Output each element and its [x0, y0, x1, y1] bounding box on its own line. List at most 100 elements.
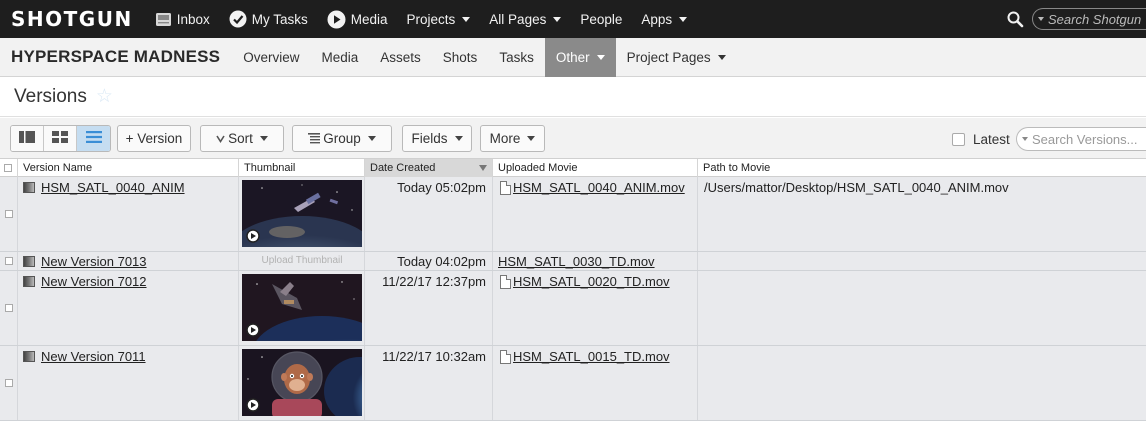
thumbnail-view-button[interactable]: [44, 126, 77, 151]
grid-view-icon: [52, 131, 68, 146]
nav-projects-label: Projects: [406, 11, 456, 27]
tab-shots[interactable]: Shots: [432, 38, 489, 77]
upload-thumbnail-link[interactable]: Upload Thumbnail: [239, 255, 365, 266]
search-icon[interactable]: [1007, 11, 1024, 28]
search-scope-dropdown-icon[interactable]: [1022, 137, 1028, 141]
select-all-checkbox[interactable]: [4, 164, 12, 172]
version-name-link[interactable]: New Version 7012: [41, 274, 147, 289]
grid-header: Version Name Thumbnail Date Created Uplo…: [0, 159, 1146, 177]
latest-filter[interactable]: Latest: [952, 132, 1010, 147]
project-nav-bar: HYPERSPACE MADNESS Overview Media Assets…: [0, 37, 1146, 77]
uploaded-movie-link[interactable]: HSM_SATL_0015_TD.mov: [513, 349, 670, 364]
global-search-placeholder: Search Shotgun: [1048, 11, 1142, 27]
sort-button[interactable]: Sort: [200, 125, 284, 152]
star-icon[interactable]: ☆: [96, 85, 113, 108]
column-header-date-created-label: Date Created: [370, 162, 436, 174]
path-to-movie-cell: [698, 252, 1146, 270]
tab-shots-label: Shots: [442, 49, 478, 65]
row-select-cell: [0, 271, 18, 345]
column-header-version-name[interactable]: Version Name: [18, 159, 239, 177]
version-icon: [23, 351, 35, 362]
file-icon: [500, 181, 511, 195]
version-name-cell: New Version 7013: [18, 252, 239, 270]
table-row[interactable]: New Version 7012 11/22/17 12:37pm HSM_SA…: [0, 271, 1146, 346]
version-icon: [23, 256, 35, 267]
column-header-thumbnail[interactable]: Thumbnail: [239, 159, 365, 177]
path-to-movie-cell: [698, 271, 1146, 345]
nav-apps-label: Apps: [641, 11, 673, 27]
version-icon: [23, 276, 35, 287]
row-checkbox[interactable]: [5, 304, 13, 312]
chevron-down-icon: [679, 16, 688, 22]
thumbnail-image[interactable]: [242, 349, 362, 416]
thumbnail-image[interactable]: [242, 180, 362, 247]
nav-people[interactable]: People: [580, 12, 622, 27]
sort-label: Sort: [228, 131, 253, 146]
date-created-cell: Today 04:02pm: [365, 252, 493, 270]
nav-projects[interactable]: Projects: [407, 12, 471, 27]
chevron-down-icon: [259, 136, 268, 141]
shotgun-logo[interactable]: SHOTGUN: [11, 7, 133, 31]
detail-view-button[interactable]: [11, 126, 44, 151]
tab-overview-label: Overview: [243, 49, 300, 65]
thumbnail-cell: [239, 346, 365, 420]
version-name-cell: New Version 7011: [18, 346, 239, 420]
fields-label: Fields: [411, 131, 448, 146]
row-select-cell: [0, 252, 18, 270]
uploaded-movie-link[interactable]: HSM_SATL_0030_TD.mov: [498, 254, 655, 269]
row-checkbox[interactable]: [5, 257, 13, 265]
more-button[interactable]: More: [480, 125, 545, 152]
column-header-uploaded-movie[interactable]: Uploaded Movie: [493, 159, 698, 177]
latest-checkbox[interactable]: [952, 133, 965, 146]
project-title[interactable]: HYPERSPACE MADNESS: [11, 47, 220, 67]
nav-my-tasks[interactable]: My Tasks: [229, 10, 308, 28]
uploaded-movie-link[interactable]: HSM_SATL_0040_ANIM.mov: [513, 180, 685, 195]
row-checkbox[interactable]: [5, 379, 13, 387]
nav-inbox[interactable]: Inbox: [155, 12, 210, 27]
thumbnail-cell: Upload Thumbnail: [239, 252, 365, 270]
latest-label: Latest: [973, 132, 1010, 147]
chevron-down-icon: [462, 16, 471, 22]
uploaded-movie-cell: HSM_SATL_0030_TD.mov: [493, 252, 698, 270]
thumbnail-cell: [239, 271, 365, 345]
row-checkbox[interactable]: [5, 210, 13, 218]
date-created-cell: 11/22/17 10:32am: [365, 346, 493, 420]
table-row[interactable]: New Version 7013 Upload Thumbnail Today …: [0, 252, 1146, 271]
fields-button[interactable]: Fields: [402, 125, 472, 152]
table-row[interactable]: HSM_SATL_0040_ANIM Today 05:02pm HSM_SAT…: [0, 177, 1146, 252]
list-view-button[interactable]: [77, 126, 110, 151]
path-to-movie-cell: /Users/mattor/Desktop/HSM_SATL_0040_ANIM…: [704, 180, 1009, 195]
tab-other[interactable]: Other: [544, 37, 616, 77]
tab-tasks-label: Tasks: [499, 49, 534, 65]
version-name-link[interactable]: HSM_SATL_0040_ANIM: [41, 180, 185, 195]
nav-media[interactable]: Media: [327, 10, 388, 29]
column-header-date-created[interactable]: Date Created: [365, 159, 493, 177]
add-version-button[interactable]: + Version: [117, 125, 191, 152]
uploaded-movie-link[interactable]: HSM_SATL_0020_TD.mov: [513, 274, 670, 289]
nav-people-label: People: [580, 11, 623, 27]
thumbnail-image[interactable]: [242, 274, 362, 341]
search-scope-dropdown-icon[interactable]: [1038, 17, 1044, 21]
version-name-link[interactable]: New Version 7011: [41, 349, 146, 364]
global-nav-bar: SHOTGUN Inbox My Tasks Media Projects Al…: [0, 0, 1146, 38]
version-name-cell: New Version 7012: [18, 271, 239, 345]
tab-assets[interactable]: Assets: [369, 38, 432, 77]
search-versions-input[interactable]: Search Versions...: [1016, 127, 1146, 151]
tab-overview[interactable]: Overview: [232, 38, 310, 77]
tab-media-label: Media: [321, 49, 359, 65]
more-label: More: [489, 131, 521, 146]
nav-my-tasks-label: My Tasks: [251, 11, 308, 27]
chevron-down-icon: [527, 136, 536, 141]
group-button[interactable]: Group: [292, 125, 392, 152]
tab-media[interactable]: Media: [310, 38, 369, 77]
tab-tasks[interactable]: Tasks: [488, 38, 545, 77]
column-header-path-to-movie[interactable]: Path to Movie: [698, 159, 1146, 177]
add-version-label: + Version: [125, 131, 183, 146]
tab-project-pages[interactable]: Project Pages: [616, 38, 737, 77]
sort-icon: [216, 134, 225, 143]
version-name-link[interactable]: New Version 7013: [41, 254, 147, 269]
global-search-input[interactable]: Search Shotgun: [1032, 8, 1146, 30]
table-row[interactable]: New Version 7011 11/22/17 10:32am HSM_SA…: [0, 346, 1146, 421]
nav-apps[interactable]: Apps: [641, 11, 688, 27]
nav-all-pages[interactable]: All Pages: [489, 12, 562, 27]
